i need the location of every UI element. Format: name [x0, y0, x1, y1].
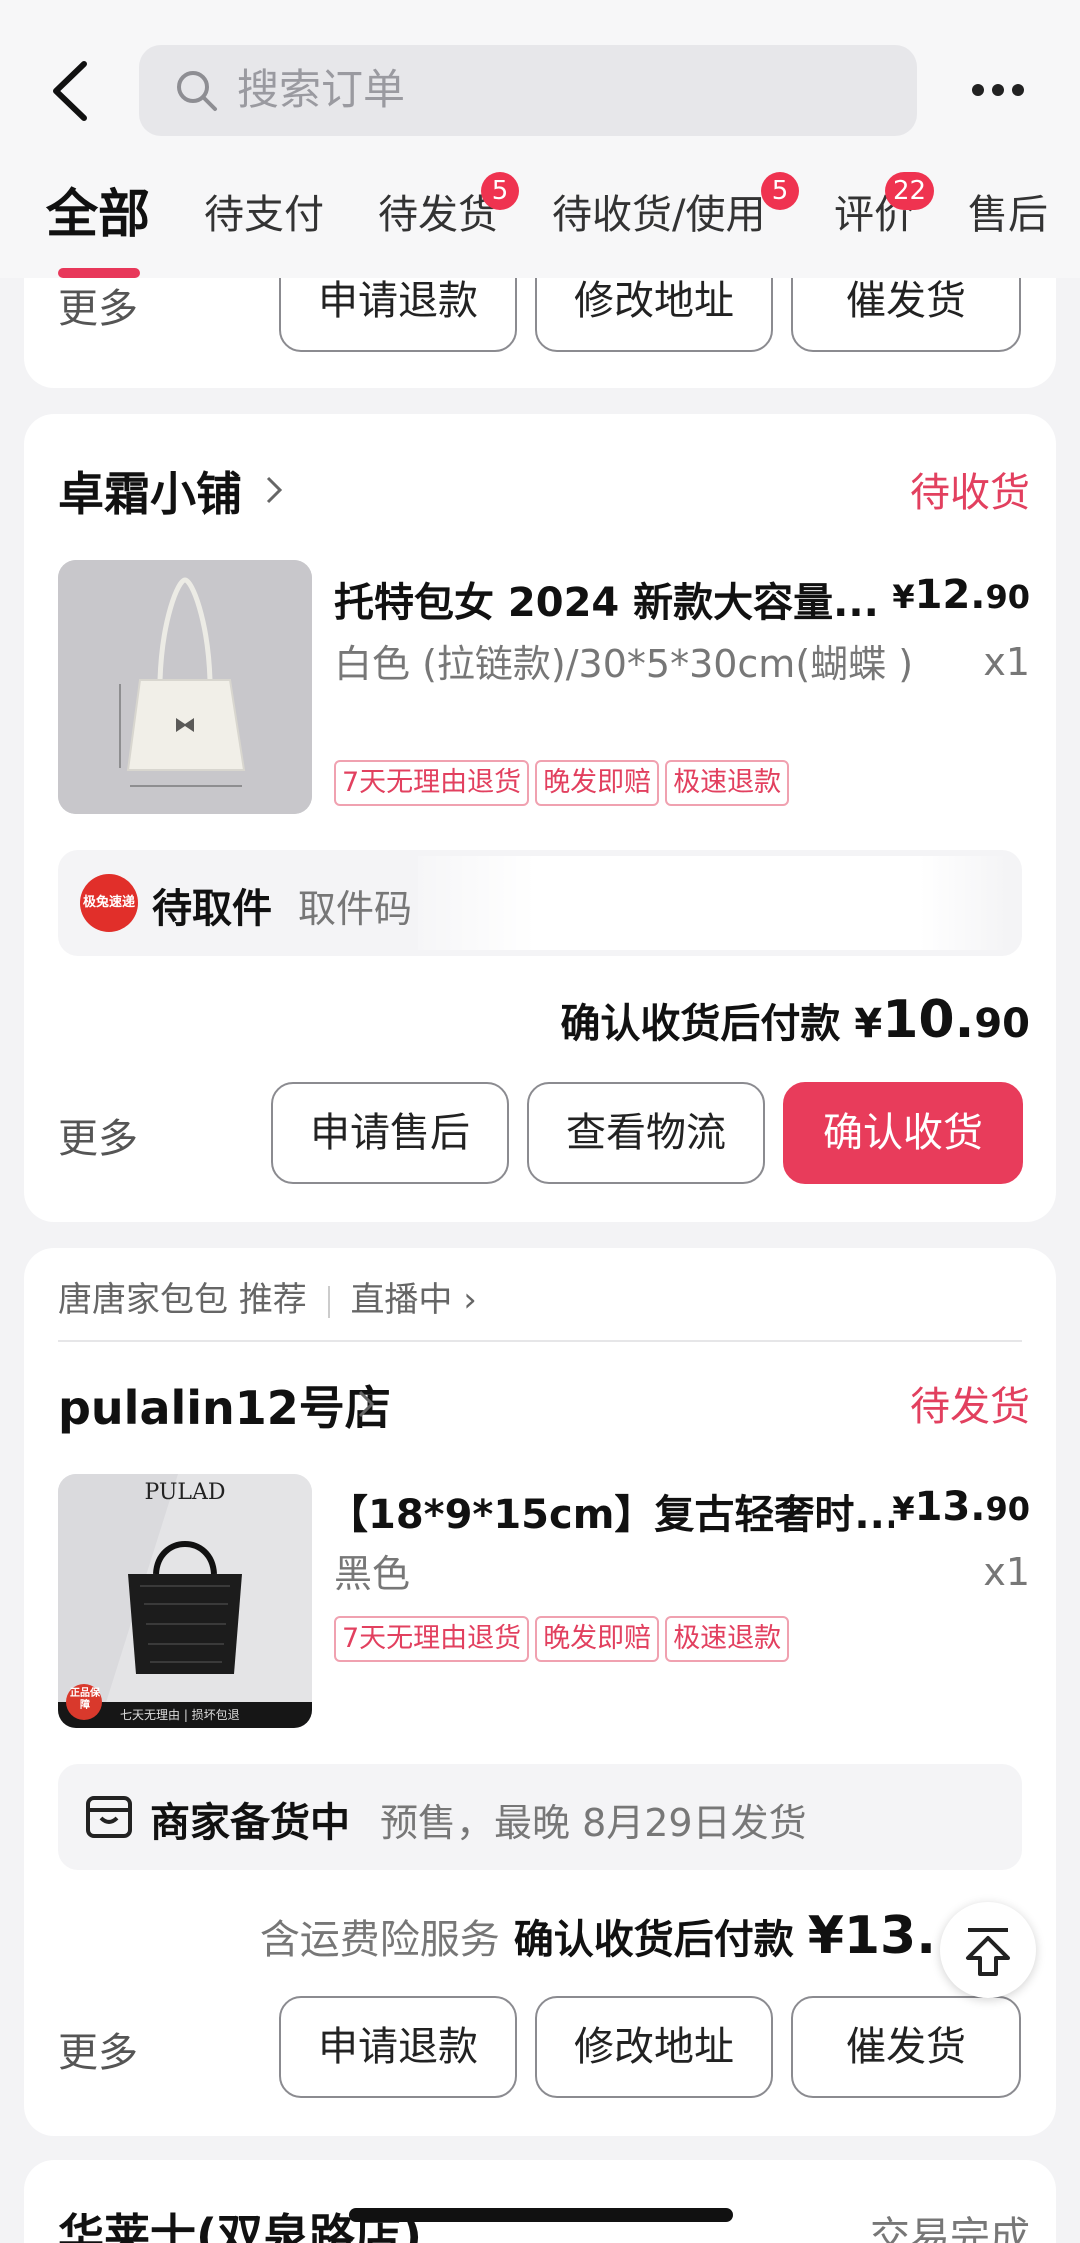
change-address-button[interactable]: 修改地址	[535, 1996, 773, 2098]
more-button[interactable]: 更多	[58, 1106, 138, 1164]
product-quantity: x1	[983, 640, 1030, 684]
chevron-right-icon: ›	[463, 1280, 477, 1320]
tab-after-sale[interactable]: 售后	[968, 180, 1048, 250]
service-tag: 极速退款	[665, 1616, 790, 1662]
order-status: 交易完成	[870, 2214, 1030, 2243]
courier-logo-icon: 极兔速递	[80, 874, 138, 932]
tote-bag-image	[58, 560, 312, 814]
service-tag: 7天无理由退货	[334, 1616, 530, 1662]
view-logistics-button[interactable]: 查看物流	[527, 1082, 765, 1184]
prep-detail: 预售，最晚 8月29日发货	[380, 1801, 807, 1845]
tab-all[interactable]: 全部	[46, 180, 150, 250]
arrow-up-icon	[966, 1928, 1010, 1976]
logistics-bar[interactable]: 极兔速递 待取件 取件码	[58, 850, 1022, 956]
shop-name[interactable]: 卓霜小铺	[58, 458, 242, 524]
insurance-label: 含运费险服务	[259, 1917, 500, 1963]
order-card[interactable]: 唐唐家包包 推荐 直播中 › pulalin12号店 待发货 PULAD 正品保…	[24, 1248, 1056, 2136]
logistics-status: 待取件	[152, 886, 272, 932]
confirm-receipt-button[interactable]: 确认收货	[783, 1082, 1023, 1184]
separator	[58, 1340, 1022, 1342]
product-title[interactable]: 托特包女 2024 新款大容量...	[334, 570, 894, 628]
tab-badge: 5	[481, 172, 519, 210]
product-image[interactable]: PULAD 正品保障 七天无理由 | 损坏包退	[58, 1474, 312, 1728]
search-input[interactable]: 搜索订单	[139, 45, 917, 136]
tab-badge: 5	[761, 172, 799, 210]
more-button[interactable]: 更多	[58, 276, 138, 334]
tab-pending-shipment[interactable]: 待发货	[378, 180, 498, 250]
pickup-code-label: 取件码	[298, 887, 413, 931]
thumb-seal: 正品保障	[70, 1688, 100, 1711]
service-tags: 7天无理由退货 晚发即赔 极速退款	[334, 760, 790, 806]
scroll-to-top-button[interactable]	[940, 1902, 1036, 1998]
shop-name[interactable]: pulalin12号店	[58, 1372, 391, 1438]
more-options-icon[interactable]	[968, 72, 1028, 112]
search-icon	[177, 71, 217, 111]
prep-status: 商家备货中	[150, 1800, 350, 1846]
service-tag: 晚发即赔	[535, 1616, 660, 1662]
product-price: ¥13.90	[892, 1484, 1030, 1530]
order-status: 待收货	[910, 470, 1030, 516]
product-image[interactable]	[58, 560, 312, 814]
divider	[327, 1285, 330, 1318]
service-tags: 7天无理由退货 晚发即赔 极速退款	[334, 1616, 790, 1662]
preparing-bar: 商家备货中 预售，最晚 8月29日发货	[58, 1764, 1022, 1870]
top-header: 搜索订单 全部 待支付 待发货 待收货/使用 评价 售后 5 5 22	[0, 0, 1080, 278]
payment-summary: 确认收货后付款 ¥10.90	[560, 990, 1030, 1050]
more-button[interactable]: 更多	[58, 2020, 138, 2078]
live-label: 直播中	[350, 1280, 453, 1320]
recommend-row[interactable]: 唐唐家包包 推荐 直播中 ›	[58, 1272, 477, 1321]
chevron-right-icon	[358, 1390, 375, 1418]
service-tag: 7天无理由退货	[334, 760, 530, 806]
product-price: ¥12.90	[892, 572, 1030, 618]
after-sale-button[interactable]: 申请售后	[271, 1082, 509, 1184]
thumb-footer: 七天无理由 | 损坏包退	[120, 1708, 240, 1722]
thumb-brand: PULAD	[144, 1480, 226, 1505]
tab-active-indicator	[58, 268, 140, 278]
home-indicator	[349, 2208, 733, 2222]
chevron-right-icon	[266, 476, 283, 504]
order-card-next[interactable]: 华莱士(双泉路店) 交易完成	[24, 2160, 1056, 2243]
refund-button[interactable]: 申请退款	[279, 1996, 517, 2098]
back-arrow-icon[interactable]	[48, 58, 92, 124]
service-tag: 极速退款	[665, 760, 790, 806]
store-icon	[86, 1796, 132, 1838]
recommend-shop: 唐唐家包包	[58, 1280, 228, 1320]
product-spec: 白色 (拉链款)/30*5*30cm(蝴蝶 )	[334, 642, 914, 686]
search-placeholder: 搜索订单	[237, 65, 406, 114]
order-card[interactable]: 卓霜小铺 待收货 托特包女 2024 新款大容量... ¥12.90 白色 (拉…	[24, 414, 1056, 1222]
urge-shipping-button[interactable]: 催发货	[791, 1996, 1021, 2098]
service-tag: 晚发即赔	[535, 760, 660, 806]
payment-summary: 含运费险服务 确认收货后付款 ¥13.	[259, 1906, 936, 1966]
product-quantity: x1	[983, 1550, 1030, 1594]
recommend-label: 推荐	[238, 1280, 307, 1320]
product-spec: 黑色	[334, 1552, 411, 1596]
tab-pending-payment[interactable]: 待支付	[204, 180, 324, 250]
order-status: 待发货	[910, 1384, 1030, 1430]
tab-badge: 22	[885, 172, 935, 210]
tab-pending-receipt[interactable]: 待收货/使用	[552, 180, 765, 250]
pickup-code-mask	[418, 856, 1008, 950]
product-title[interactable]: 【18*9*15cm】复古轻奢时...	[328, 1482, 894, 1540]
